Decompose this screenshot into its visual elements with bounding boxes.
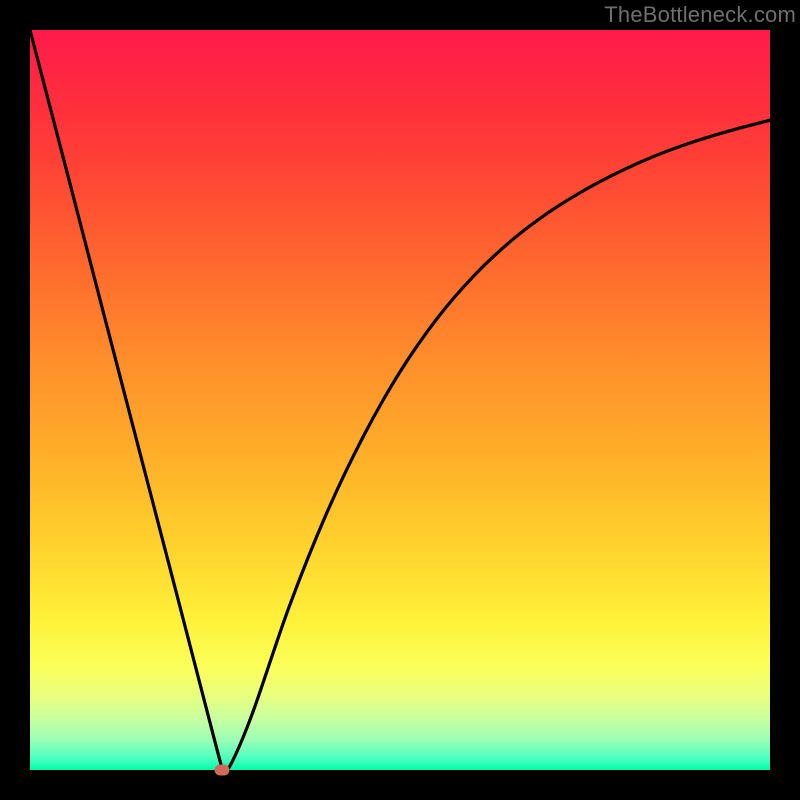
- minimum-marker: [215, 765, 230, 776]
- curve-svg: [30, 30, 770, 770]
- bottleneck-curve: [30, 30, 770, 771]
- chart-container: TheBottleneck.com: [0, 0, 800, 800]
- watermark-text: TheBottleneck.com: [604, 2, 796, 28]
- plot-area: [30, 30, 770, 770]
